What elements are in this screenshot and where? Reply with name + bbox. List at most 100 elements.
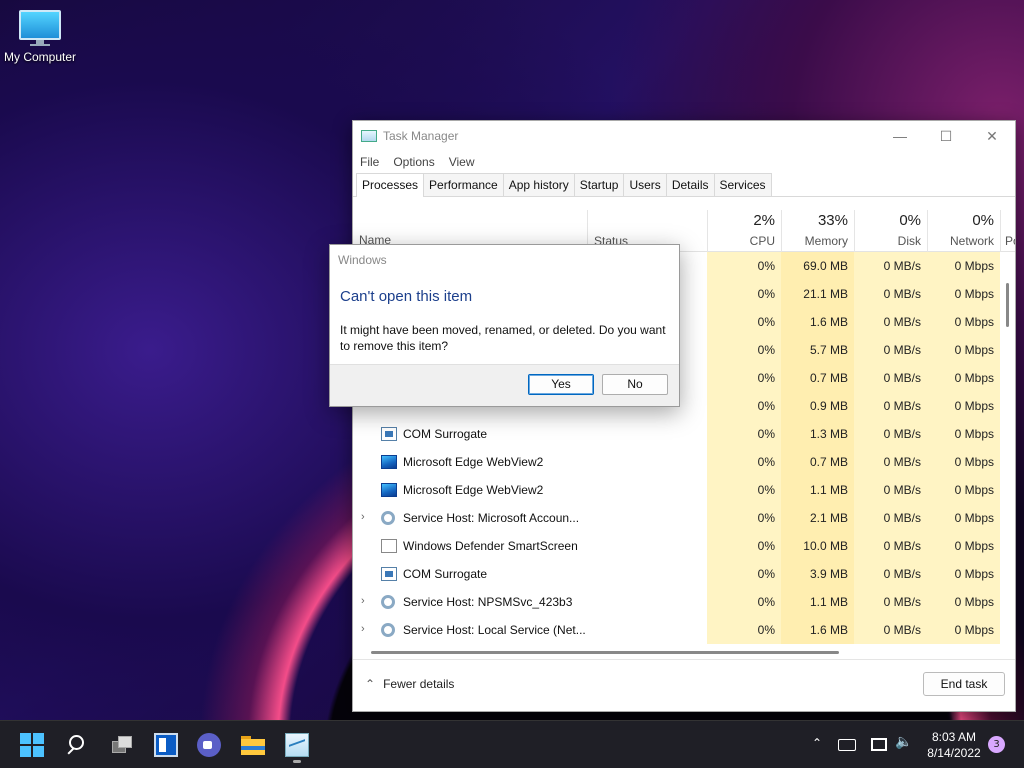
dialog-button-bar: Yes No [330, 364, 679, 406]
search-icon[interactable] [66, 733, 90, 757]
network-cell: 0 Mbps [927, 560, 1000, 588]
start-icon[interactable] [20, 733, 44, 757]
process-name: Microsoft Edge WebView2 [403, 455, 544, 469]
cpu-cell: 0% [707, 448, 781, 476]
process-name: Service Host: NPSMSvc_423b3 [403, 595, 573, 609]
table-row[interactable]: › Service Host: Microsoft Accoun... 0% 2.1 … [353, 504, 1007, 532]
table-row[interactable]: › Service Host: Local Service (Net... 0% 1.… [353, 616, 1007, 644]
menu-options[interactable]: Options [393, 155, 434, 169]
keyboard-icon[interactable] [838, 739, 856, 751]
edge-icon [381, 455, 397, 469]
tab-performance[interactable]: Performance [423, 173, 504, 196]
disk-cell: 0 MB/s [854, 560, 927, 588]
network-cell: 0 Mbps [927, 616, 1000, 644]
menu-file[interactable]: File [360, 155, 379, 169]
computer-icon [19, 10, 61, 46]
menu-view[interactable]: View [449, 155, 475, 169]
table-row[interactable]: Windows Defender SmartScreen 0% 10.0 MB 0 M… [353, 532, 1007, 560]
network-cell: 0 Mbps [927, 308, 1000, 336]
memory-cell: 1.3 MB [781, 420, 854, 448]
dialog-message: It might have been moved, renamed, or de… [340, 323, 666, 353]
clock[interactable]: 8:03 AM 8/14/2022 [918, 729, 990, 761]
column-power[interactable]: Po [1000, 210, 1015, 252]
memory-cell: 1.6 MB [781, 616, 854, 644]
column-network[interactable]: 0% Network [927, 210, 1000, 252]
memory-cell: 21.1 MB [781, 280, 854, 308]
error-dialog: Windows Can't open this item It might ha… [329, 244, 680, 407]
tab-startup[interactable]: Startup [573, 173, 625, 196]
chat-icon[interactable] [197, 733, 221, 757]
dialog-title: Windows [338, 253, 387, 267]
clock-time: 8:03 AM [931, 730, 977, 744]
task-view-icon[interactable] [110, 733, 134, 757]
footer: ⌃ Fewer details End task [353, 659, 1015, 711]
process-name: Service Host: Microsoft Accoun... [403, 511, 580, 525]
file-explorer-icon[interactable] [241, 733, 265, 757]
notification-badge[interactable]: 3 [988, 736, 1005, 753]
table-row[interactable]: › Service Host: NPSMSvc_423b3 0% 1.1 MB 0 MB… [353, 588, 1007, 616]
disk-cell: 0 MB/s [854, 280, 927, 308]
widgets-icon[interactable] [154, 733, 178, 757]
tab-details[interactable]: Details [665, 173, 715, 196]
column-disk[interactable]: 0% Disk [854, 210, 927, 252]
chevron-right-icon[interactable]: › [361, 511, 365, 523]
tab-processes[interactable]: Processes [356, 173, 425, 197]
memory-cell: 1.6 MB [781, 308, 854, 336]
cpu-cell: 0% [707, 252, 781, 280]
desktop-icon-my-computer[interactable]: My Computer [2, 10, 78, 64]
edge-icon [381, 483, 397, 497]
tab-app-history[interactable]: App history [502, 173, 575, 196]
no-button[interactable]: No [602, 374, 668, 395]
cpu-cell: 0% [707, 392, 781, 420]
table-row[interactable]: COM Surrogate 0% 3.9 MB 0 MB/s 0 Mbps [353, 560, 1007, 588]
yes-button[interactable]: Yes [528, 374, 594, 395]
tab-services[interactable]: Services [713, 173, 772, 196]
gear-icon [381, 595, 395, 609]
table-row[interactable]: Microsoft Edge WebView2 0% 0.7 MB 0 MB/s 0 M… [353, 448, 1007, 476]
network-icon[interactable] [871, 738, 887, 751]
vertical-scrollbar[interactable] [1006, 283, 1009, 327]
menu-bar: File Options View [353, 151, 1015, 173]
fewer-details-button[interactable]: ⌃ Fewer details [365, 677, 454, 691]
volume-icon[interactable]: 🔈 [895, 734, 912, 750]
app-icon [381, 539, 397, 553]
network-cell: 0 Mbps [927, 280, 1000, 308]
disk-cell: 0 MB/s [854, 308, 927, 336]
network-cell: 0 Mbps [927, 532, 1000, 560]
table-row[interactable]: Microsoft Edge WebView2 0% 1.1 MB 0 MB/s 0 M… [353, 476, 1007, 504]
chevron-right-icon[interactable]: › [361, 595, 365, 607]
end-task-button[interactable]: End task [923, 672, 1005, 696]
disk-cell: 0 MB/s [854, 420, 927, 448]
disk-cell: 0 MB/s [854, 392, 927, 420]
maximize-button[interactable]: ☐ [923, 121, 969, 151]
disk-cell: 0 MB/s [854, 448, 927, 476]
process-name: Microsoft Edge WebView2 [403, 483, 544, 497]
process-name: COM Surrogate [403, 567, 488, 581]
cpu-cell: 0% [707, 504, 781, 532]
close-button[interactable]: ✕ [969, 121, 1015, 151]
cpu-cell: 0% [707, 532, 781, 560]
disk-cell: 0 MB/s [854, 476, 927, 504]
task-manager-taskbar-icon[interactable] [285, 733, 309, 757]
network-cell: 0 Mbps [927, 392, 1000, 420]
process-name: Windows Defender SmartScreen [403, 539, 578, 553]
process-name: COM Surrogate [403, 427, 488, 441]
minimize-button[interactable]: — [877, 121, 923, 151]
chevron-up-icon[interactable]: ⌃ [812, 736, 822, 750]
title-bar[interactable]: Task Manager — ☐ ✕ [353, 121, 1015, 151]
taskbar: ⌃ 🔈 8:03 AM 8/14/2022 3 [0, 720, 1024, 768]
network-cell: 0 Mbps [927, 420, 1000, 448]
cpu-cell: 0% [707, 560, 781, 588]
network-cell: 0 Mbps [927, 252, 1000, 280]
column-cpu[interactable]: 2% CPU [707, 210, 781, 252]
tab-users[interactable]: Users [623, 173, 667, 196]
desktop-icon-label: My Computer [3, 50, 77, 64]
table-row[interactable]: COM Surrogate 0% 1.3 MB 0 MB/s 0 Mbps [353, 420, 1007, 448]
network-cell: 0 Mbps [927, 476, 1000, 504]
chevron-right-icon[interactable]: › [361, 623, 365, 635]
window-title: Task Manager [383, 129, 459, 143]
network-cell: 0 Mbps [927, 364, 1000, 392]
column-memory[interactable]: 33% Memory [781, 210, 854, 252]
task-manager-window: Task Manager — ☐ ✕ File Options View Pro… [352, 120, 1016, 712]
horizontal-scrollbar[interactable] [371, 651, 839, 654]
